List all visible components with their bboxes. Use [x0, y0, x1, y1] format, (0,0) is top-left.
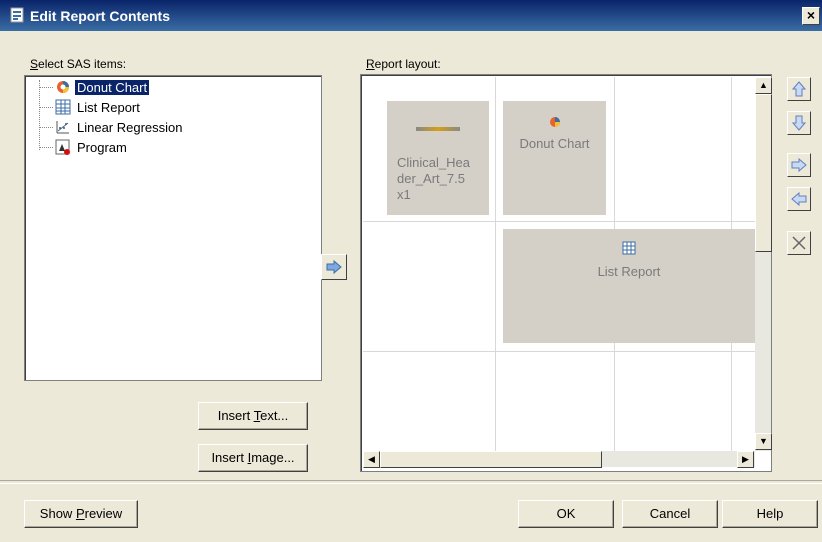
right-triangle-icon: ▶	[742, 454, 749, 464]
help-button[interactable]: Help	[722, 500, 818, 528]
right-arrow-icon	[791, 157, 807, 173]
list-report-icon	[503, 241, 755, 258]
linear-regression-icon	[55, 119, 71, 135]
footer-divider	[0, 480, 822, 484]
tree-item-label: Program	[77, 140, 127, 155]
horizontal-scrollbar[interactable]: ◀ ▶	[363, 451, 755, 468]
down-triangle-icon: ▼	[759, 436, 768, 446]
left-triangle-icon: ◀	[368, 454, 375, 464]
insert-text-button[interactable]: Insert Text...	[198, 402, 308, 430]
right-arrow-icon	[326, 259, 342, 275]
left-arrow-icon	[791, 191, 807, 207]
scroll-right-button[interactable]: ▶	[737, 451, 754, 468]
tree-item-label: List Report	[77, 100, 140, 115]
tree-connector	[39, 87, 53, 88]
grid-line	[363, 351, 755, 352]
up-triangle-icon: ▲	[759, 80, 768, 90]
donut-chart-icon	[55, 79, 71, 95]
cell-label: List Report	[597, 264, 661, 279]
layout-grid[interactable]: Clinical_Hea der_Art_7.5 x1 Donut Chart …	[363, 77, 755, 451]
up-arrow-icon	[791, 81, 807, 97]
donut-chart-icon	[503, 115, 606, 132]
scroll-up-button[interactable]: ▲	[755, 77, 772, 94]
tree-connector	[39, 127, 53, 128]
layout-cell-donut-chart[interactable]: Donut Chart	[503, 101, 606, 215]
tree-connector	[39, 107, 53, 108]
cancel-button[interactable]: Cancel	[622, 500, 718, 528]
tree-item-label: Donut Chart	[75, 80, 150, 95]
horizontal-scroll-thumb[interactable]	[380, 451, 602, 468]
sas-items-tree[interactable]: Donut Chart List Report Linear Regressio…	[24, 75, 322, 381]
header-art-thumbnail	[416, 127, 460, 131]
tree-connector	[39, 147, 53, 148]
move-left-button[interactable]	[787, 187, 811, 211]
delete-x-icon	[792, 236, 806, 250]
program-icon	[55, 139, 71, 155]
scroll-down-button[interactable]: ▼	[755, 433, 772, 450]
close-button[interactable]: ×	[802, 7, 820, 25]
tree-connector	[39, 80, 40, 150]
window-title: Edit Report Contents	[30, 8, 170, 24]
layout-cell-header-art[interactable]: Clinical_Hea der_Art_7.5 x1	[387, 101, 489, 215]
report-layout-panel[interactable]: Clinical_Hea der_Art_7.5 x1 Donut Chart …	[360, 74, 772, 472]
move-down-button[interactable]	[787, 111, 811, 135]
report-layout-label: Report layout:	[366, 57, 441, 71]
title-bar: Edit Report Contents ×	[0, 0, 822, 31]
insert-image-button[interactable]: Insert Image...	[198, 444, 308, 472]
cell-label: Donut Chart	[519, 136, 590, 151]
down-arrow-icon	[791, 115, 807, 131]
move-up-button[interactable]	[787, 77, 811, 101]
move-right-button[interactable]	[787, 153, 811, 177]
add-to-layout-button[interactable]	[321, 254, 347, 280]
vertical-scrollbar[interactable]: ▲ ▼	[755, 77, 772, 451]
vertical-scroll-thumb[interactable]	[755, 94, 772, 252]
tree-item-label: Linear Regression	[77, 120, 183, 135]
cell-label: Clinical_Hea der_Art_7.5 x1	[397, 155, 470, 202]
select-sas-items-label: Select SAS items:	[30, 57, 127, 71]
delete-button[interactable]	[787, 231, 811, 255]
layout-cell-list-report[interactable]: List Report	[503, 229, 755, 343]
scroll-left-button[interactable]: ◀	[363, 451, 380, 468]
grid-line	[363, 221, 755, 222]
list-report-icon	[55, 99, 71, 115]
show-preview-button[interactable]: Show Preview	[24, 500, 138, 528]
grid-line	[495, 77, 496, 451]
ok-button[interactable]: OK	[518, 500, 614, 528]
report-icon	[10, 7, 24, 23]
